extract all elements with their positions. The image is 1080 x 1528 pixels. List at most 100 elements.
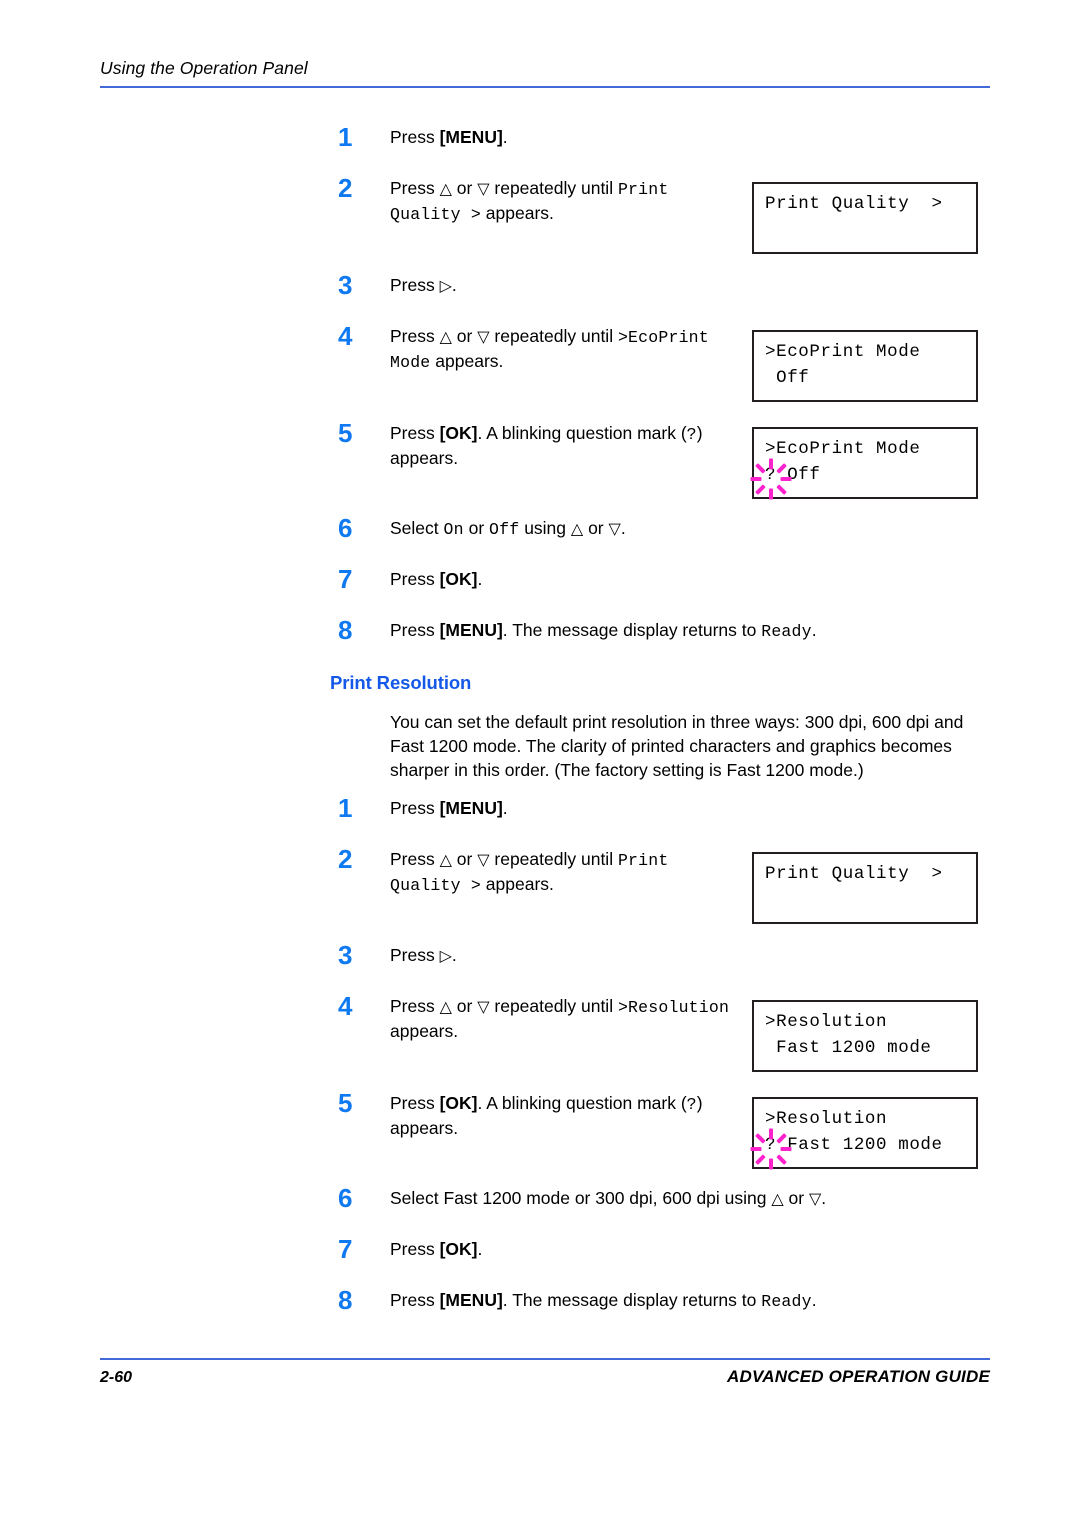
step-text: Press — [390, 945, 440, 965]
step-text: Press — [390, 849, 440, 869]
step-number: 7 — [338, 564, 353, 594]
step-text: . — [620, 518, 626, 538]
step-text: . — [821, 1188, 827, 1208]
step-text-block: Press ▷. — [390, 274, 735, 298]
key-label: [OK] — [439, 1239, 478, 1259]
step-text: Press — [390, 127, 440, 147]
key-label: [OK] — [439, 423, 478, 443]
step-text: . — [477, 1239, 483, 1259]
step-number: 1 — [338, 122, 353, 152]
arrow-key-icon: ▽ — [477, 997, 490, 1016]
step-text: using — [519, 518, 571, 538]
step-text-block: Press [OK]. — [390, 568, 810, 592]
key-label: [MENU] — [439, 127, 503, 147]
arrow-key-icon: △ — [439, 327, 452, 346]
step-text: . A blinking question mark ( — [477, 423, 687, 443]
section-heading-print-resolution: Print Resolution — [330, 672, 472, 693]
step-text: . — [811, 1290, 817, 1310]
step-text-block: Press △ or ▽ repeatedly until Print Qual… — [390, 177, 735, 226]
page-number: 2-60 — [100, 1369, 133, 1386]
header-rule — [100, 86, 990, 88]
step-text: Press — [390, 996, 440, 1016]
lcd-text-inline: On — [443, 520, 464, 539]
key-label: [OK] — [439, 1093, 478, 1113]
step-text: . — [477, 569, 483, 589]
step-text-block: Press [MENU]. The message display return… — [390, 1289, 910, 1314]
step-text: Press — [390, 798, 440, 818]
lcd-display-panel: Print Quality > — [752, 852, 978, 924]
lcd-display-panel: Print Quality > — [752, 182, 978, 254]
lcd-text-inline: Ready — [761, 1292, 812, 1311]
arrow-key-icon: ▽ — [477, 850, 490, 869]
lcd-text-inline: Ready — [761, 622, 812, 641]
step-number: 8 — [338, 615, 353, 645]
step-text: Press — [390, 1239, 440, 1259]
step-text: repeatedly until — [489, 849, 618, 869]
key-label: [MENU] — [439, 798, 503, 818]
step-number: 3 — [338, 270, 353, 300]
step-number: 2 — [338, 844, 353, 874]
lcd-text-inline: ? — [686, 1095, 697, 1114]
step-number: 4 — [338, 321, 353, 351]
step-text: Press — [390, 178, 440, 198]
step-text-block: Press ▷. — [390, 944, 735, 968]
lcd-line-1: >EcoPrint Mode — [765, 342, 921, 362]
step-text: or — [783, 1188, 809, 1208]
step-text: or — [451, 178, 478, 198]
step-text-block: Press [MENU]. — [390, 126, 735, 150]
step-text: Select — [390, 518, 444, 538]
step-text: . — [811, 620, 817, 640]
step-number: 6 — [338, 1183, 353, 1213]
arrow-key-icon: ▷ — [439, 276, 452, 295]
lcd-display-panel: >Resolution Fast 1200 mode — [752, 1000, 978, 1072]
arrow-key-icon: ▽ — [808, 1189, 822, 1208]
step-text: Press — [390, 275, 440, 295]
step-text: repeatedly until — [489, 178, 618, 198]
step-text: repeatedly until — [489, 326, 618, 346]
step-text: or — [451, 326, 478, 346]
step-number: 2 — [338, 173, 353, 203]
arrow-key-icon: ▽ — [477, 179, 490, 198]
step-text: Press — [390, 569, 440, 589]
document-page: Using the Operation Panel 1 Press [MENU].… — [0, 0, 1080, 1528]
step-text-block: Select Fast 1200 mode or 300 dpi, 600 dp… — [390, 1187, 910, 1211]
step-text: . — [451, 275, 457, 295]
arrow-key-icon: △ — [439, 850, 452, 869]
lcd-line-1: Print Quality > — [765, 864, 943, 884]
arrow-key-icon: ▽ — [608, 519, 621, 538]
step-number: 6 — [338, 513, 353, 543]
step-text: or — [451, 996, 478, 1016]
lcd-line-1: >Resolution — [765, 1109, 888, 1129]
lcd-display-panel: >EcoPrint Mode Off — [752, 330, 978, 402]
arrow-key-icon: △ — [771, 1189, 784, 1208]
step-text: appears. — [430, 350, 504, 371]
step-text-block: Press [OK]. A blinking question mark (?)… — [390, 422, 750, 470]
step-number: 7 — [338, 1234, 353, 1264]
step-number: 5 — [338, 1088, 353, 1118]
lcd-display-panel: >EcoPrint Mode ? Off — [750, 427, 978, 500]
running-header: Using the Operation Panel — [100, 58, 308, 78]
step-text-block: Press [MENU]. — [390, 797, 735, 821]
step-text: or — [463, 518, 490, 538]
step-text: or — [451, 849, 478, 869]
lcd-text-inline: ? — [686, 425, 697, 444]
key-label: [OK] — [439, 569, 478, 589]
lcd-text-inline: Off — [489, 520, 520, 539]
step-text: appears. — [480, 202, 554, 223]
footer-rule — [100, 1358, 990, 1360]
step-text-block: Select On or Off using △ or ▽. — [390, 517, 810, 542]
step-text-block: Press [MENU]. The message display return… — [390, 619, 910, 644]
step-text: appears. — [390, 1020, 459, 1041]
step-text-block: Press △ or ▽ repeatedly until Print Qual… — [390, 848, 735, 897]
step-text: repeatedly until — [489, 996, 618, 1016]
step-text-block: Press △ or ▽ repeatedly until >EcoPrint … — [390, 325, 735, 374]
step-text: appears. — [480, 873, 554, 894]
step-text: . — [502, 798, 508, 818]
step-text: Press — [390, 1290, 440, 1310]
step-text: Press — [390, 423, 440, 443]
section-paragraph-print-resolution: You can set the default print resolution… — [390, 712, 964, 780]
step-text-block: Press △ or ▽ repeatedly until >Resolutio… — [390, 995, 735, 1043]
lcd-line-1: >Resolution — [765, 1012, 888, 1032]
lcd-display-panel: >Resolution ? Fast 1200 mode — [750, 1097, 978, 1170]
lcd-text-inline: >Resolution — [617, 998, 730, 1017]
